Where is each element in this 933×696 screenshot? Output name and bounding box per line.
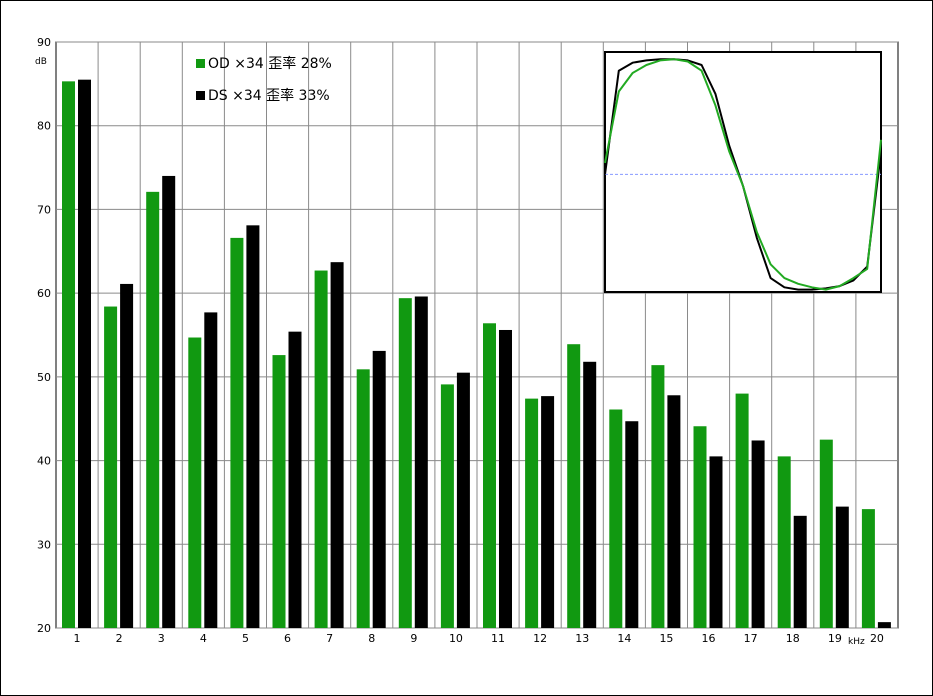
x-tick-label: 10 [449,632,463,645]
x-tick-label: 6 [284,632,291,645]
y-tick-label: 40 [37,455,51,468]
x-tick-label: 16 [702,632,716,645]
bar-ds-8 [372,350,386,628]
y-tick-label: 20 [37,622,51,635]
bar-od-3 [146,191,160,628]
x-tick-label: 14 [617,632,631,645]
x-tick-label: 17 [744,632,758,645]
x-tick-label: 20 [870,632,884,645]
bar-ds-20 [877,622,891,628]
bar-ds-11 [499,329,512,628]
waveform-inset [604,51,882,293]
x-tick-label: 13 [575,632,589,645]
x-tick-label: 1 [74,632,81,645]
bar-ds-13 [583,361,597,628]
bar-od-19 [819,439,833,628]
bar-od-17 [735,393,749,628]
bar-od-20 [861,509,875,628]
bar-od-10 [440,384,454,628]
inset-box [604,51,882,293]
x-tick-label: 5 [242,632,249,645]
bar-od-5 [230,237,244,629]
bar-ds-14 [625,421,639,628]
bar-ds-16 [709,456,723,628]
x-tick-label: 7 [326,632,333,645]
bar-ds-2 [120,283,134,628]
bar-od-12 [525,398,539,628]
bar-od-6 [272,355,286,628]
legend-label: OD ×34 歪率 28% [208,55,332,72]
bar-ds-19 [835,506,849,628]
bar-ds-10 [456,372,470,628]
y-tick-label: 70 [37,203,51,216]
x-tick-label: 8 [368,632,375,645]
bar-od-4 [188,337,202,628]
x-tick-label: 15 [659,632,673,645]
y-tick-label: 80 [37,120,51,133]
bar-od-16 [693,426,707,628]
y-tick-label: 50 [37,371,51,384]
bar-ds-6 [288,331,302,628]
bar-od-1 [62,81,75,629]
bar-ds-7 [330,262,344,628]
bar-ds-18 [793,515,807,628]
bar-od-13 [567,344,581,628]
y-tick-label: 90 [37,36,51,49]
y-tick-label: 30 [37,538,51,551]
x-tick-label: 3 [158,632,165,645]
bar-od-15 [651,365,665,628]
bar-ds-17 [751,440,765,628]
bar-od-14 [609,409,623,628]
x-tick-label: 2 [116,632,123,645]
x-tick-label: 11 [491,632,505,645]
bar-ds-1 [78,79,91,628]
legend-swatch [196,91,205,100]
y-axis-label: dB [35,57,47,67]
y-tick-label: 60 [37,287,51,300]
bar-od-9 [398,298,412,628]
bar-chart: 2030405060708090dB1 2 3 4 5 6 7 8 9 10 11 12 13 14 15 1… [35,36,899,647]
bar-ds-15 [667,395,681,628]
bar-ds-12 [541,396,555,628]
bar-ds-5 [246,225,260,628]
bar-ds-4 [204,312,218,628]
bar-od-7 [314,270,328,628]
bar-od-2 [104,306,118,628]
x-tick-label: 18 [786,632,800,645]
x-tick-label: 19 [828,632,842,645]
legend-swatch [196,59,205,68]
x-tick-label: 9 [410,632,417,645]
bar-ds-9 [414,296,428,628]
x-tick-label: 4 [200,632,207,645]
x-axis-label: kHz [848,637,865,647]
bar-od-8 [356,369,370,628]
legend-label: DS ×34 歪率 33% [208,87,330,104]
bar-od-18 [777,456,791,628]
bar-od-11 [483,323,496,628]
bar-ds-3 [162,175,176,628]
x-tick-label: 12 [533,632,547,645]
